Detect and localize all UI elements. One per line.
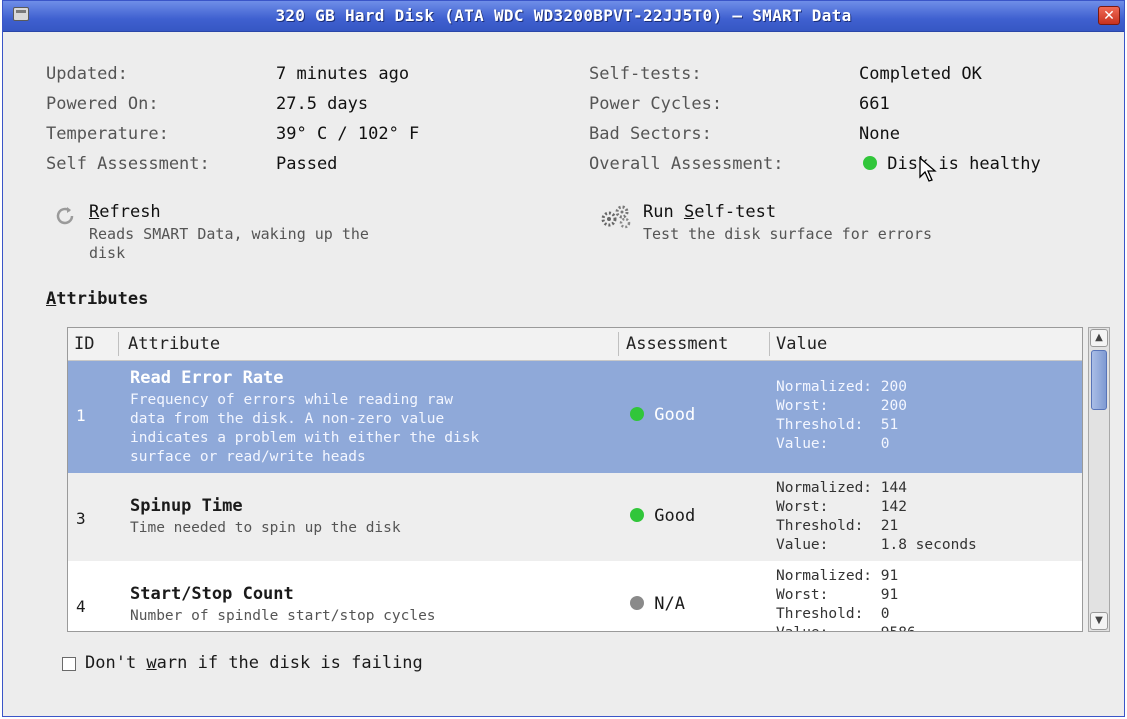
row-id: 4 (76, 597, 86, 616)
attribute-description: Time needed to spin up the disk (130, 520, 401, 536)
refresh-title: Refresh (89, 202, 161, 222)
healthy-status-icon (863, 156, 877, 170)
assessment-text: Good (654, 506, 696, 526)
window-title: 320 GB Hard Disk (ATA WDC WD3200BPVT-22J… (275, 6, 852, 25)
table-header: ID Attribute Assessment Value (68, 328, 1082, 361)
run-self-test-description: Test the disk surface for errors (643, 225, 932, 243)
good-status-icon (630, 407, 644, 421)
assessment-text: N/A (654, 594, 685, 614)
dont-warn-checkbox[interactable] (62, 657, 76, 671)
self-tests-label: Self-tests: (589, 64, 702, 84)
assessment-cell: Good (630, 405, 695, 425)
self-assessment-value: Passed (276, 154, 338, 174)
attribute-name: Start/Stop Count (130, 584, 294, 604)
scroll-down-button[interactable]: ▼ (1090, 612, 1108, 630)
attribute-values: Normalized: 200 Worst: 200 Threshold: 51… (776, 379, 907, 452)
self-tests-value: Completed OK (859, 64, 982, 84)
overall-assessment-value: Disk is healthy (863, 154, 1041, 174)
attribute-values: Normalized: 144 Worst: 142 Threshold: 21… (776, 480, 977, 553)
smart-data-window: 320 GB Hard Disk (ATA WDC WD3200BPVT-22J… (2, 0, 1125, 717)
bad-sectors-label: Bad Sectors: (589, 124, 712, 144)
mouse-cursor-icon (919, 157, 937, 182)
titlebar[interactable]: 320 GB Hard Disk (ATA WDC WD3200BPVT-22J… (3, 1, 1124, 32)
column-divider[interactable] (118, 332, 119, 356)
table-row[interactable]: 4 Start/Stop Count Number of spindle sta… (68, 561, 1082, 631)
table-row[interactable]: 3 Spinup Time Time needed to spin up the… (68, 473, 1082, 561)
temperature-value: 39° C / 102° F (276, 124, 420, 144)
attribute-values: Normalized: 91 Worst: 91 Threshold: 0 Va… (776, 568, 916, 631)
refresh-icon (56, 207, 74, 225)
power-cycles-value: 661 (859, 94, 890, 114)
attribute-description: Frequency of errors while reading raw da… (130, 392, 480, 465)
run-self-test-title: Run Self-test (643, 202, 777, 222)
self-assessment-label: Self Assessment: (46, 154, 210, 174)
attributes-heading: Attributes (46, 289, 149, 309)
column-divider[interactable] (618, 332, 619, 356)
attributes-table[interactable]: ID Attribute Assessment Value 1 Read Err… (67, 327, 1083, 632)
scroll-thumb[interactable] (1091, 350, 1107, 410)
assessment-text: Good (654, 405, 696, 425)
dont-warn-label[interactable]: Don't warn if the disk is failing (85, 653, 423, 673)
attribute-name: Spinup Time (130, 496, 243, 516)
table-scrollbar[interactable]: ▲ ▼ (1088, 327, 1110, 632)
overall-assessment-text: Disk is healthy (887, 154, 1041, 174)
assessment-cell: Good (630, 506, 695, 526)
refresh-button[interactable]: Refresh Reads SMART Data, waking up the … (53, 201, 513, 265)
column-header-id[interactable]: ID (74, 334, 94, 354)
updated-value: 7 minutes ago (276, 64, 410, 84)
table-row[interactable]: 1 Read Error Rate Frequency of errors wh… (68, 361, 1082, 473)
attribute-description: Number of spindle start/stop cycles (130, 608, 436, 624)
column-header-value[interactable]: Value (776, 334, 827, 354)
refresh-description: Reads SMART Data, waking up the disk (89, 225, 369, 262)
scroll-up-button[interactable]: ▲ (1090, 329, 1108, 347)
run-self-test-button[interactable]: Run Self-test Test the disk surface for … (599, 201, 1029, 245)
column-header-attribute[interactable]: Attribute (128, 334, 220, 354)
attribute-name: Read Error Rate (130, 368, 284, 388)
row-id: 3 (76, 509, 86, 528)
powered-on-label: Powered On: (46, 94, 159, 114)
column-divider[interactable] (769, 332, 770, 356)
bad-sectors-value: None (859, 124, 900, 144)
temperature-label: Temperature: (46, 124, 169, 144)
na-status-icon (630, 596, 644, 610)
good-status-icon (630, 508, 644, 522)
power-cycles-label: Power Cycles: (589, 94, 723, 114)
row-id: 1 (76, 406, 86, 425)
updated-label: Updated: (46, 64, 128, 84)
powered-on-value: 27.5 days (276, 94, 369, 114)
column-header-assessment[interactable]: Assessment (626, 334, 728, 354)
assessment-cell: N/A (630, 594, 685, 614)
gears-icon (601, 205, 631, 229)
overall-assessment-label: Overall Assessment: (589, 154, 784, 174)
close-button[interactable]: ✕ (1098, 6, 1120, 25)
